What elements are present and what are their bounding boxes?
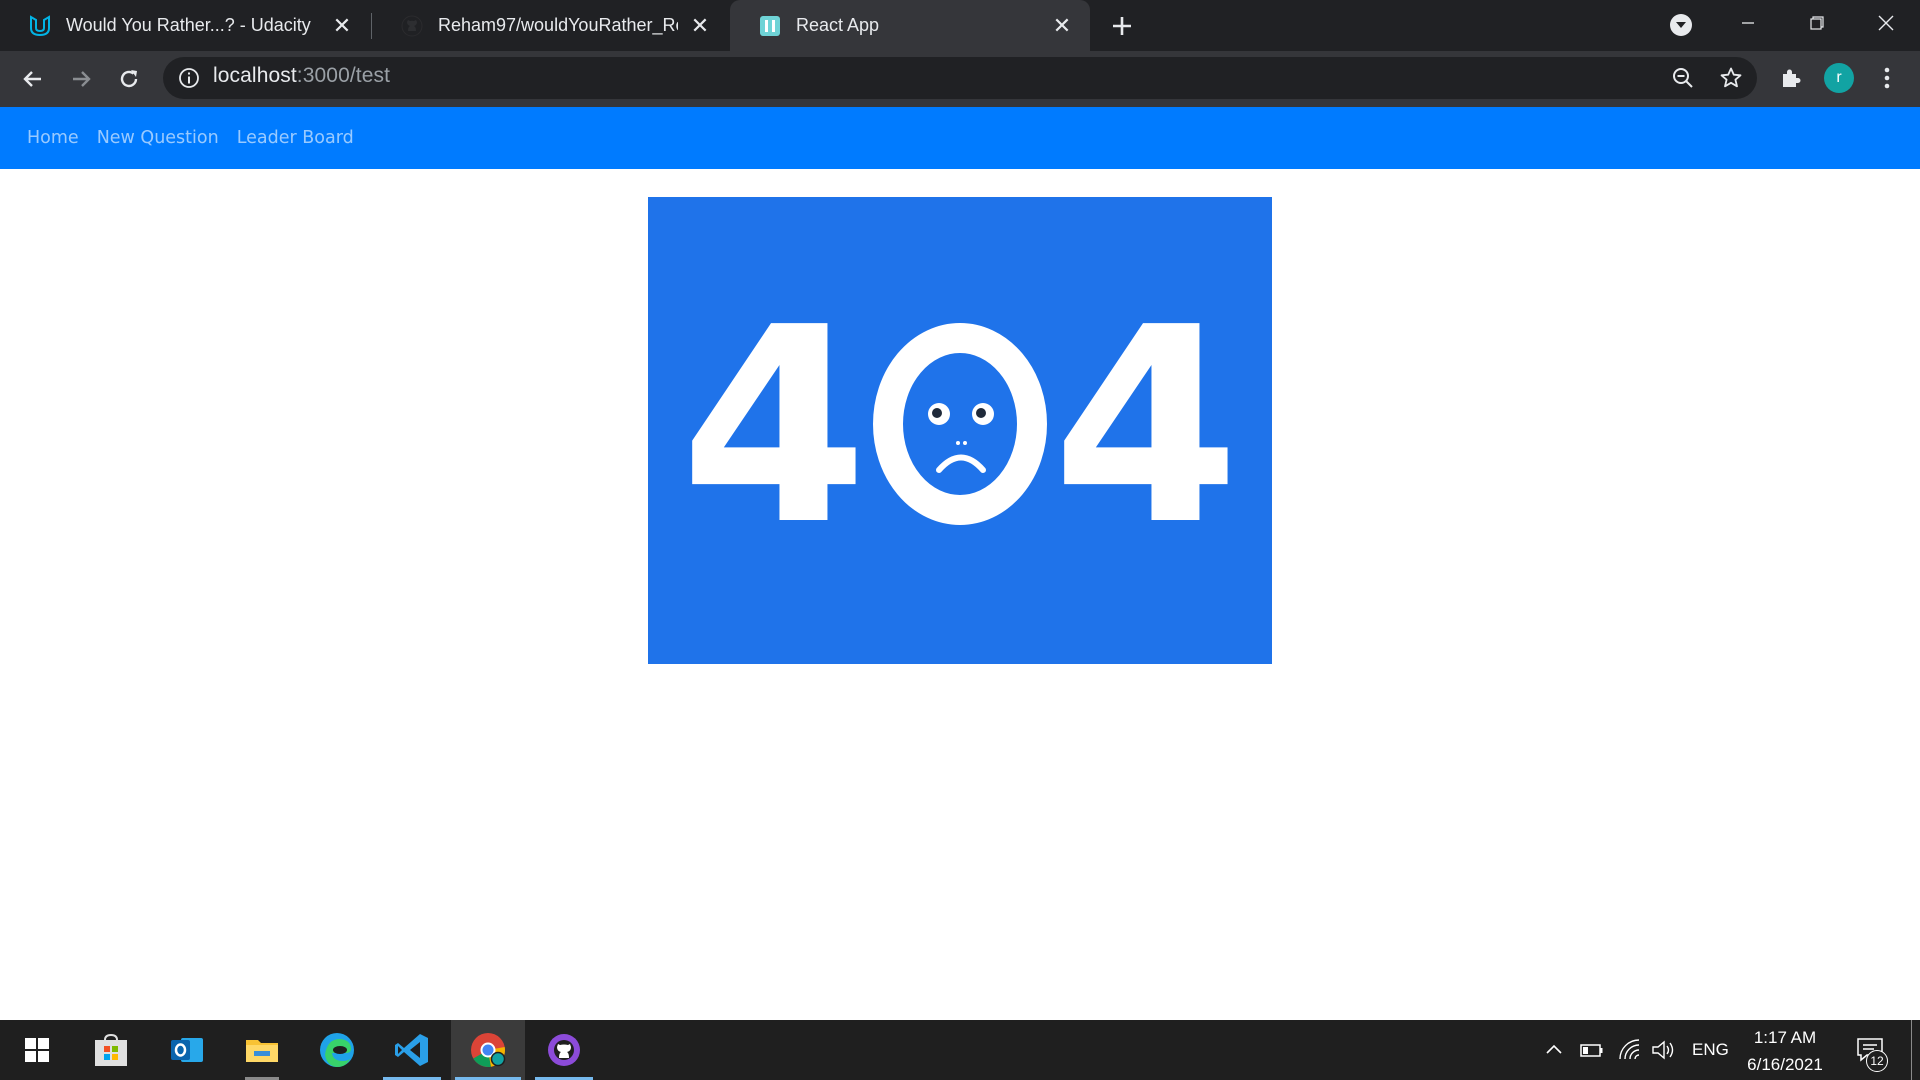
zoom-button[interactable] [1668, 63, 1698, 93]
store-icon [95, 1033, 127, 1066]
new-tab-button[interactable] [1107, 11, 1137, 41]
taskbar-edge[interactable] [300, 1020, 374, 1080]
udacity-icon [28, 14, 52, 38]
restore-button[interactable] [1797, 8, 1837, 38]
battery-icon [1580, 1044, 1603, 1057]
file-explorer-icon [246, 1040, 278, 1062]
clock-time: 1:17 AM [1753, 1028, 1817, 1047]
sad-face-icon [873, 323, 1047, 525]
window-close-button[interactable] [1866, 8, 1906, 38]
start-button[interactable] [0, 1020, 74, 1080]
show-desktop-button[interactable] [1911, 1020, 1912, 1080]
not-found-illustration: 4 4 [648, 197, 1272, 664]
wifi-icon [1619, 1039, 1640, 1060]
restore-icon [1810, 16, 1824, 30]
vscode-icon [395, 1034, 428, 1066]
taskbar-file-explorer[interactable] [225, 1020, 299, 1080]
star-icon [1720, 67, 1742, 88]
url-path: :3000/test [296, 64, 391, 87]
arrow-left-icon [23, 71, 41, 87]
taskbar-vscode[interactable] [375, 1020, 449, 1080]
error-digit-left: 4 [680, 269, 868, 584]
zoom-out-icon [1673, 68, 1693, 88]
nav-link-new-question[interactable]: New Question [97, 128, 219, 148]
tab-title: Would You Rather...? - Udacity [66, 15, 311, 35]
close-icon[interactable]: ✕ [688, 13, 712, 38]
network-status[interactable] [1617, 1020, 1641, 1080]
profile-avatar[interactable]: r [1824, 63, 1854, 93]
error-digit-right: 4 [1052, 269, 1240, 584]
taskbar-store[interactable] [74, 1020, 148, 1080]
reload-icon [120, 70, 138, 88]
tab-title: React App [796, 15, 880, 35]
tab-udacity[interactable]: Would You Rather...? - Udacity ✕ [0, 0, 370, 51]
chevron-up-icon [1546, 1044, 1562, 1054]
arrow-right-icon [73, 71, 91, 87]
chevron-down-icon [1676, 22, 1686, 28]
tray-overflow-button[interactable] [1544, 1020, 1564, 1080]
clock[interactable]: 1:17 AM 6/16/2021 [1740, 1024, 1830, 1078]
close-icon[interactable]: ✕ [330, 13, 354, 38]
back-button[interactable] [18, 64, 48, 94]
edge-icon [320, 1033, 354, 1067]
info-icon[interactable] [178, 67, 200, 89]
tab-github[interactable]: Reham97/wouldYouRather_React ✕ [372, 0, 728, 51]
plus-icon [1113, 17, 1131, 35]
address-bar[interactable] [163, 57, 1757, 99]
volume-control[interactable] [1651, 1020, 1677, 1080]
start-icon [25, 1038, 49, 1062]
puzzle-icon [1783, 69, 1801, 87]
close-icon [1878, 15, 1894, 31]
url-text[interactable]: localhost:3000/test [213, 64, 390, 88]
nav-link-home[interactable]: Home [27, 128, 79, 148]
language-label: ENG [1692, 1040, 1729, 1059]
more-vert-icon [1884, 67, 1890, 89]
tab-search-button[interactable] [1670, 14, 1692, 36]
notification-count-badge: 12 [1866, 1050, 1888, 1072]
tab-title: Reham97/wouldYouRather_React [438, 15, 678, 35]
language-indicator[interactable]: ENG [1692, 1020, 1729, 1080]
minimize-icon [1742, 22, 1754, 24]
battery-status[interactable] [1580, 1020, 1604, 1080]
forward-button[interactable] [66, 64, 96, 94]
outlook-icon [171, 1038, 203, 1062]
menu-button[interactable] [1872, 63, 1902, 93]
react-app-icon [758, 14, 782, 38]
github-desktop-icon [548, 1034, 580, 1066]
reload-button[interactable] [114, 64, 144, 94]
url-host: localhost [213, 64, 297, 87]
chrome-icon [471, 1033, 506, 1067]
close-icon[interactable]: ✕ [1050, 13, 1074, 38]
extensions-button[interactable] [1776, 63, 1806, 93]
minimize-button[interactable] [1728, 8, 1768, 38]
taskbar-outlook[interactable] [150, 1020, 224, 1080]
clock-date: 6/16/2021 [1747, 1055, 1823, 1074]
github-icon [400, 14, 424, 38]
taskbar-github-desktop[interactable] [527, 1020, 601, 1080]
bookmark-button[interactable] [1716, 63, 1746, 93]
nav-link-leader-board[interactable]: Leader Board [237, 128, 354, 148]
taskbar-chrome[interactable] [451, 1020, 525, 1080]
speaker-icon [1652, 1040, 1674, 1060]
tab-react-app[interactable]: React App ✕ [730, 0, 1090, 51]
app-navbar: Home New Question Leader Board [0, 107, 1920, 169]
